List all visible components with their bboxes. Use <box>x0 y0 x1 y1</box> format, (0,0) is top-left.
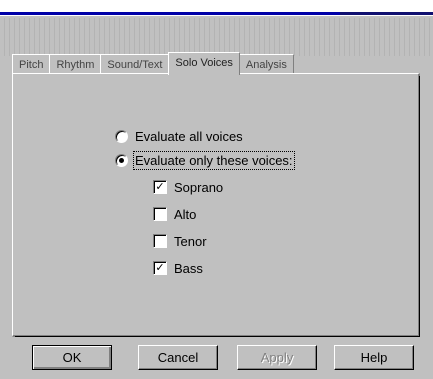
voice-checkbox-alto[interactable]: Alto <box>153 205 196 223</box>
tab-panel: Evaluate all voices Evaluate only these … <box>12 73 420 337</box>
tab-strip: Pitch Rhythm Sound/Text Solo Voices Anal… <box>12 52 294 75</box>
checkbox-empty-icon[interactable] <box>153 207 167 221</box>
cancel-button[interactable]: Cancel <box>138 345 218 370</box>
radio-off-icon[interactable] <box>115 129 128 143</box>
title-bar-line <box>0 12 340 15</box>
voice-checkbox-tenor[interactable]: Tenor <box>153 232 207 250</box>
tab-rhythm[interactable]: Rhythm <box>49 54 102 75</box>
voice-label-bass: Bass <box>174 260 203 276</box>
title-bar-line-dark <box>340 12 433 15</box>
checkbox-checked-icon[interactable]: ✓ <box>153 180 167 194</box>
scrambled-header-area <box>0 18 433 56</box>
checkbox-checked-icon[interactable]: ✓ <box>153 261 167 275</box>
help-button[interactable]: Help <box>334 345 414 370</box>
tab-sound-text[interactable]: Sound/Text <box>100 54 170 75</box>
ok-button[interactable]: OK <box>32 345 112 370</box>
voice-label-alto: Alto <box>174 206 197 222</box>
tab-solo-voices[interactable]: Solo Voices <box>168 52 240 75</box>
voice-label-soprano: Soprano <box>174 179 224 195</box>
tab-analysis[interactable]: Analysis <box>238 54 294 75</box>
title-bar-remnant <box>0 0 433 16</box>
tab-pitch[interactable]: Pitch <box>12 54 51 75</box>
radio-on-icon[interactable] <box>115 153 128 167</box>
checkbox-empty-icon[interactable] <box>153 234 167 248</box>
evaluate-all-label: Evaluate all voices <box>135 128 243 144</box>
voice-checkbox-soprano[interactable]: ✓ Soprano <box>153 178 223 196</box>
voice-label-tenor: Tenor <box>174 233 207 249</box>
evaluate-only-label: Evaluate only these voices: <box>133 150 295 170</box>
apply-button[interactable]: Apply <box>237 345 317 370</box>
evaluate-only-radio[interactable]: Evaluate only these voices: <box>115 150 295 170</box>
voice-checkbox-bass[interactable]: ✓ Bass <box>153 259 203 277</box>
evaluate-all-radio[interactable]: Evaluate all voices <box>115 127 243 145</box>
